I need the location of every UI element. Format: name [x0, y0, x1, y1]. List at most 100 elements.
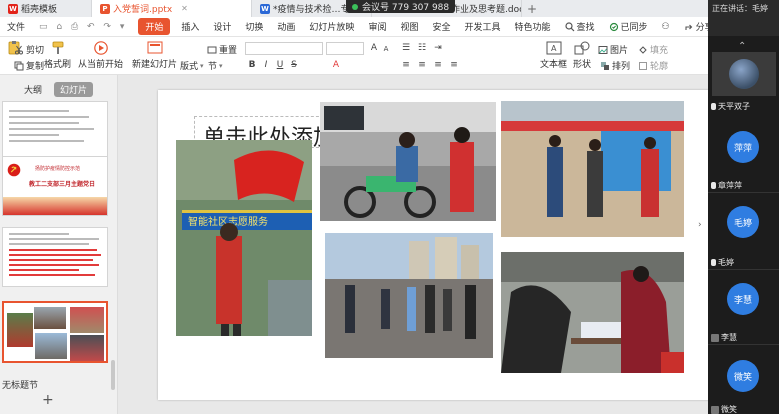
font-color-icon[interactable]: A [330, 59, 342, 71]
bullet-list-icon[interactable]: ☰ [400, 42, 412, 54]
chevron-right-icon[interactable]: › [698, 220, 706, 236]
tab-oath-pptx[interactable]: P 入党誓词.pptx ✕ [92, 0, 252, 17]
tab-docer-templates[interactable]: W 稻壳模板 [0, 0, 92, 17]
photo-volunteer-flag-image: 智能社区志愿服务 [176, 140, 312, 336]
menu-start[interactable]: 开始 [138, 18, 171, 35]
cut-button[interactable]: 剪切 [14, 43, 44, 56]
reset-button[interactable]: 重置 [207, 43, 237, 56]
speaking-text: 正在讲话：毛婷 [712, 4, 768, 13]
shape-button[interactable]: 形状 [572, 41, 592, 70]
font-name-input[interactable] [245, 42, 323, 55]
slide-thumbnail-1[interactable] [2, 101, 108, 157]
participant-avatar-4[interactable]: 李慧 [727, 283, 759, 315]
play-from-current-button[interactable]: 从当前开始 [78, 41, 123, 70]
align-right-icon[interactable]: ≡ [432, 59, 444, 71]
sync-status[interactable]: 已同步 [602, 20, 655, 33]
menu-file[interactable]: 文件 [0, 20, 32, 33]
participant-label: 毛婷 [718, 258, 734, 267]
participant-video-tile[interactable] [712, 52, 776, 96]
slide-thumbnail-3[interactable] [2, 227, 108, 287]
menu-bar: 文件 ▭ ⌂ ⎙ ↶ ↷ ▾ 开始 插入 设计 切换 动画 幻灯片放映 审阅 视… [0, 17, 758, 37]
slide-canvas-area: 单击此处添加标题 智能社区志愿服务 › [118, 75, 713, 414]
chevron-up-icon[interactable]: ⌃ [738, 41, 746, 52]
arrange-label: 排列 [612, 62, 631, 72]
slide-current[interactable]: 单击此处添加标题 智能社区志愿服务 [158, 90, 713, 400]
speaking-indicator: 正在讲话：毛婷 [708, 0, 779, 36]
justify-icon[interactable]: ≡ [448, 59, 460, 71]
underline-icon[interactable]: U [274, 59, 286, 71]
format-painter-button[interactable]: 格式刷 [44, 41, 71, 70]
avatar-text: 李慧 [733, 295, 752, 306]
layout-button[interactable]: 版式 ▾ [180, 59, 204, 73]
menu-animation[interactable]: 动画 [270, 20, 302, 33]
fill-label: 填充 [650, 46, 669, 56]
photo-registration-desk[interactable] [501, 252, 684, 373]
arrange-button[interactable]: 排列 [600, 59, 630, 72]
new-tab-button[interactable]: + [522, 0, 542, 17]
italic-icon[interactable]: I [260, 59, 272, 71]
menu-transition[interactable]: 切换 [238, 20, 270, 33]
picture-button[interactable]: 图片 [598, 43, 628, 56]
participant-avatar-2[interactable]: 萍萍 [727, 131, 759, 163]
tab-label: 入党誓词.pptx [113, 5, 173, 15]
reset-label: 重置 [219, 46, 238, 56]
grow-font-icon[interactable]: A [368, 42, 380, 54]
copy-icon [14, 61, 24, 70]
collab-icon[interactable]: ⚇ [655, 22, 677, 32]
slide-thumbnail-4[interactable] [2, 301, 108, 363]
menu-security[interactable]: 安全 [425, 20, 457, 33]
textbox-button[interactable]: A 文本框 [540, 41, 567, 70]
add-slide-icon[interactable]: + [42, 392, 54, 408]
photo-volunteer-flag[interactable]: 智能社区志愿服务 [176, 140, 312, 336]
photo-desk-image [501, 252, 684, 373]
tab-label: 稻壳模板 [21, 5, 58, 15]
thumbnail-scrollbar[interactable] [111, 360, 115, 390]
sync-label: 已同步 [620, 23, 648, 33]
photo-checkpoint-tent[interactable] [501, 101, 684, 237]
svg-text:A: A [551, 44, 557, 53]
new-slide-button[interactable]: 新建幻灯片 [132, 41, 177, 70]
participant-avatar-5[interactable]: 微笑 [727, 360, 759, 392]
fill-button[interactable]: 填充 [638, 43, 668, 56]
align-center-icon[interactable]: ≡ [416, 59, 428, 71]
menu-developer[interactable]: 开发工具 [457, 20, 507, 33]
tab-outline[interactable]: 大纲 [18, 82, 48, 97]
doc-icon: W [260, 3, 270, 14]
menu-design[interactable]: 设计 [206, 20, 238, 33]
participant-name-3: 毛婷 [711, 257, 734, 268]
close-icon[interactable]: ✕ [181, 4, 188, 13]
participant-name-4: 李慧 [711, 332, 737, 343]
scissors-icon [15, 45, 23, 54]
outline-icon [639, 61, 647, 70]
view-switch: 大纲 幻灯片 [18, 82, 94, 97]
meeting-id-strip[interactable]: 会议号 779 307 988 [346, 0, 456, 13]
menu-insert[interactable]: 插入 [174, 20, 206, 33]
shrink-font-icon[interactable]: A [380, 43, 392, 55]
menu-review[interactable]: 审阅 [361, 20, 393, 33]
align-left-icon[interactable]: ≡ [400, 59, 412, 71]
thumb-photo [70, 307, 104, 333]
share-icon [685, 24, 692, 30]
section-button[interactable]: 节 ▾ [208, 59, 223, 73]
menu-features[interactable]: 特色功能 [508, 20, 558, 33]
photo-ebike-checkpoint[interactable] [320, 102, 496, 221]
meeting-participant-panel: 正在讲话：毛婷 ⌃ 天平双子 萍萍 章萍萍 毛婷 毛婷 李慧 李慧 微笑 微笑 [708, 0, 779, 414]
menu-view[interactable]: 视图 [393, 20, 425, 33]
strikethrough-icon[interactable]: S [288, 59, 300, 71]
indent-icon[interactable]: ⇥ [432, 42, 444, 54]
ppt-icon: P [100, 3, 110, 14]
copy-button[interactable]: 复制 [14, 59, 44, 72]
photo-street-volunteers[interactable] [325, 233, 493, 358]
outline-button[interactable]: 轮廓 [638, 59, 668, 72]
search-button[interactable]: 查找 [558, 20, 602, 33]
slide-thumbnail-2[interactable]: 扬防护疫情防控示范 教工二支部三月主题党日 [2, 156, 108, 216]
font-size-input[interactable] [326, 42, 364, 55]
meeting-id: 会议号 779 307 988 [362, 3, 450, 13]
bold-icon[interactable]: B [246, 59, 258, 71]
quick-access-icons[interactable]: ▭ ⌂ ⎙ ↶ ↷ ▾ [32, 22, 134, 32]
tab-slides[interactable]: 幻灯片 [54, 82, 94, 97]
participant-avatar-3[interactable]: 毛婷 [727, 206, 759, 238]
outline-label: 轮廓 [650, 62, 669, 72]
number-list-icon[interactable]: ☷ [416, 42, 428, 54]
menu-slideshow[interactable]: 幻灯片放映 [302, 20, 361, 33]
